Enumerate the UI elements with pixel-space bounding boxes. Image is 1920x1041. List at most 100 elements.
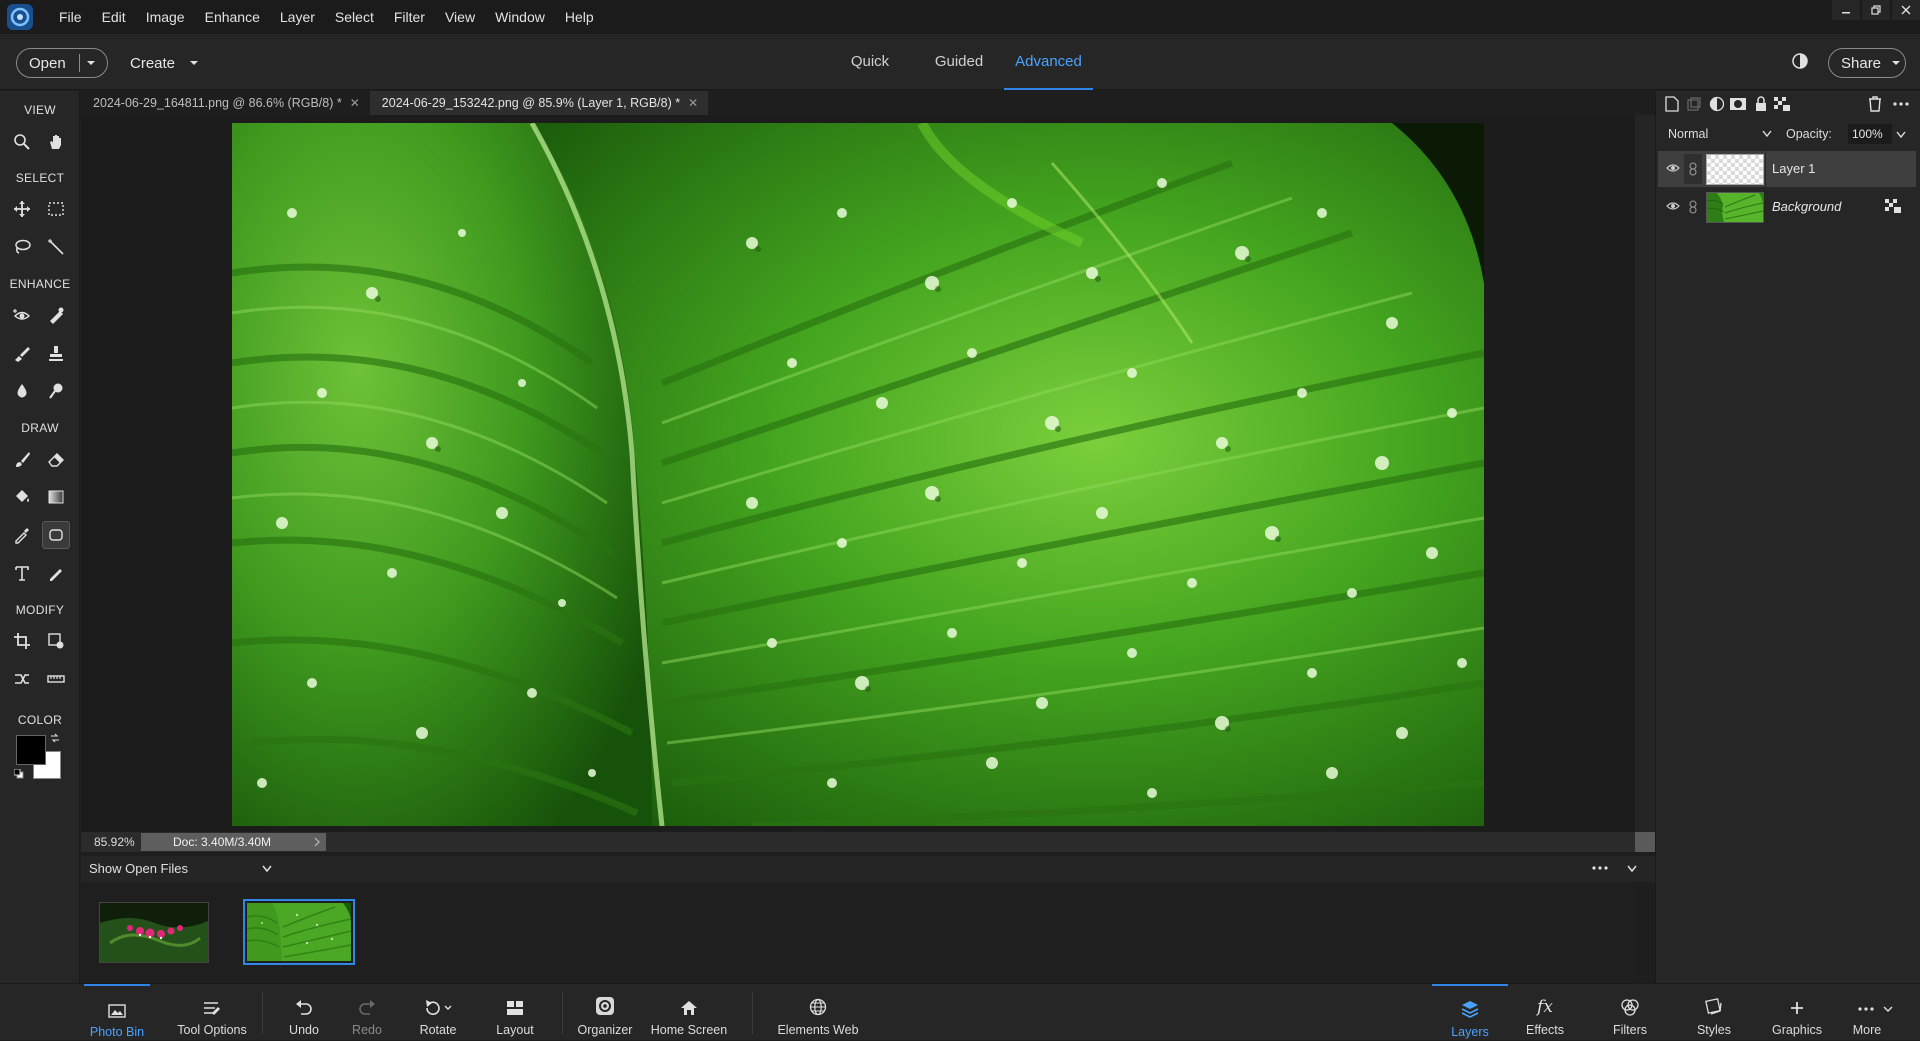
eye-icon[interactable] bbox=[1666, 162, 1680, 174]
paint-bucket-icon[interactable] bbox=[8, 483, 36, 511]
layers-button[interactable]: Layers bbox=[1432, 984, 1508, 1041]
close-window-button[interactable] bbox=[1892, 0, 1920, 20]
lock-transparency-icon[interactable] bbox=[1773, 95, 1791, 113]
layer-name[interactable]: Background bbox=[1772, 189, 1841, 225]
layer-row-background[interactable]: Background bbox=[1658, 189, 1916, 225]
tab-advanced[interactable]: Advanced bbox=[1004, 34, 1093, 90]
document-image[interactable] bbox=[232, 123, 1484, 826]
minimize-button[interactable] bbox=[1832, 0, 1860, 20]
photo-bin-thumbnail[interactable] bbox=[99, 902, 209, 963]
create-button[interactable]: Create bbox=[130, 48, 199, 78]
styles-button[interactable]: Styles bbox=[1688, 984, 1740, 1041]
filters-button[interactable]: Filters bbox=[1602, 984, 1658, 1041]
panel-menu-icon[interactable] bbox=[1892, 95, 1910, 113]
menu-file[interactable]: File bbox=[49, 0, 92, 34]
lasso-tool-icon[interactable] bbox=[8, 233, 36, 261]
magic-wand-icon[interactable] bbox=[42, 233, 70, 261]
link-icon[interactable] bbox=[1684, 154, 1702, 184]
collapse-icon[interactable] bbox=[1626, 864, 1638, 874]
restore-button[interactable] bbox=[1862, 0, 1890, 20]
spot-healing-icon[interactable] bbox=[42, 301, 70, 329]
chevron-down-icon[interactable] bbox=[1896, 131, 1906, 139]
close-icon[interactable]: ✕ bbox=[350, 91, 360, 115]
new-layer-icon[interactable] bbox=[1663, 95, 1681, 113]
content-aware-move-icon[interactable] bbox=[8, 665, 36, 693]
undo-button[interactable]: Undo bbox=[282, 984, 326, 1041]
tab-quick[interactable]: Quick bbox=[840, 34, 900, 90]
move-tool-icon[interactable] bbox=[8, 195, 36, 223]
layer-thumbnail-transparent[interactable] bbox=[1706, 154, 1764, 185]
photo-bin-thumbnail-selected[interactable] bbox=[243, 899, 355, 965]
more-button[interactable]: More bbox=[1846, 984, 1906, 1041]
shape-tool-icon[interactable] bbox=[42, 521, 70, 549]
chevron-right-icon[interactable] bbox=[313, 836, 321, 848]
chevron-down-icon[interactable] bbox=[261, 864, 273, 874]
organizer-button[interactable]: Organizer bbox=[574, 984, 636, 1041]
document-tab[interactable]: 2024-06-29_164811.png @ 86.6% (RGB/8) * … bbox=[81, 91, 370, 115]
hand-tool-icon[interactable] bbox=[42, 128, 70, 156]
red-eye-tool-icon[interactable] bbox=[8, 301, 36, 329]
tool-options-button[interactable]: Tool Options bbox=[170, 984, 254, 1041]
photo-bin-button[interactable]: Photo Bin bbox=[84, 984, 150, 1041]
chevron-down-icon[interactable] bbox=[86, 58, 96, 68]
straighten-tool-icon[interactable] bbox=[42, 665, 70, 693]
layer-name[interactable]: Layer 1 bbox=[1772, 151, 1815, 187]
close-icon[interactable]: ✕ bbox=[688, 91, 698, 115]
menu-filter[interactable]: Filter bbox=[384, 0, 435, 34]
vertical-scrollbar[interactable] bbox=[1635, 115, 1655, 832]
show-open-files-select[interactable]: Show Open Files bbox=[89, 856, 188, 882]
menu-edit[interactable]: Edit bbox=[92, 0, 136, 34]
elements-web-button[interactable]: Elements Web bbox=[774, 984, 862, 1041]
menu-view[interactable]: View bbox=[435, 0, 485, 34]
menu-window[interactable]: Window bbox=[485, 0, 555, 34]
document-tab-active[interactable]: 2024-06-29_153242.png @ 85.9% (Layer 1, … bbox=[369, 91, 709, 115]
link-icon[interactable] bbox=[1684, 192, 1702, 222]
redo-button[interactable]: Redo bbox=[346, 984, 388, 1041]
layout-button[interactable]: Layout bbox=[490, 984, 540, 1041]
opacity-input[interactable]: 100% bbox=[1848, 124, 1892, 144]
zoom-tool-icon[interactable] bbox=[8, 128, 36, 156]
crop-tool-icon[interactable] bbox=[8, 627, 36, 655]
menu-layer[interactable]: Layer bbox=[270, 0, 325, 34]
menu-help[interactable]: Help bbox=[555, 0, 604, 34]
menu-enhance[interactable]: Enhance bbox=[195, 0, 270, 34]
sponge-tool-icon[interactable] bbox=[42, 377, 70, 405]
blur-tool-icon[interactable] bbox=[8, 377, 36, 405]
rotate-button[interactable]: Rotate bbox=[412, 984, 464, 1041]
graphics-button[interactable]: Graphics bbox=[1766, 984, 1828, 1041]
menu-select[interactable]: Select bbox=[325, 0, 384, 34]
globe-icon bbox=[774, 984, 862, 1018]
trash-icon[interactable] bbox=[1866, 95, 1884, 113]
menu-image[interactable]: Image bbox=[136, 0, 195, 34]
adjustment-layer-icon[interactable] bbox=[1708, 95, 1726, 113]
default-colors-icon[interactable] bbox=[14, 769, 24, 779]
more-options-icon[interactable] bbox=[1591, 862, 1609, 874]
layers-icon bbox=[1432, 986, 1508, 1020]
lock-all-icon[interactable] bbox=[1752, 95, 1770, 113]
layer-thumbnail-background[interactable] bbox=[1706, 192, 1764, 223]
tab-guided[interactable]: Guided bbox=[930, 34, 988, 90]
zoom-level[interactable]: 85.92% bbox=[81, 832, 141, 852]
smart-brush-icon[interactable] bbox=[8, 339, 36, 367]
blend-mode-select[interactable]: Normal bbox=[1664, 123, 1776, 145]
layer-mask-icon[interactable] bbox=[1729, 95, 1747, 113]
foreground-color-swatch[interactable] bbox=[16, 735, 46, 765]
marquee-tool-icon[interactable] bbox=[42, 195, 70, 223]
swap-colors-icon[interactable] bbox=[50, 733, 60, 743]
share-button[interactable]: Share bbox=[1828, 48, 1906, 78]
type-tool-icon[interactable] bbox=[8, 559, 36, 587]
eraser-tool-icon[interactable] bbox=[42, 445, 70, 473]
eyedropper-icon[interactable] bbox=[8, 521, 36, 549]
open-button[interactable]: Open bbox=[16, 48, 108, 78]
recompose-tool-icon[interactable] bbox=[42, 627, 70, 655]
gradient-tool-icon[interactable] bbox=[42, 483, 70, 511]
clone-stamp-icon[interactable] bbox=[42, 339, 70, 367]
layer-row-layer-1[interactable]: Layer 1 bbox=[1658, 151, 1916, 187]
pencil-tool-icon[interactable] bbox=[42, 559, 70, 587]
home-screen-button[interactable]: Home Screen bbox=[648, 984, 730, 1041]
brush-tool-icon[interactable] bbox=[8, 445, 36, 473]
effects-button[interactable]: fx Effects bbox=[1520, 984, 1570, 1041]
eye-icon[interactable] bbox=[1666, 200, 1680, 212]
canvas-area[interactable] bbox=[81, 115, 1635, 832]
theme-toggle-icon[interactable] bbox=[1791, 52, 1809, 70]
